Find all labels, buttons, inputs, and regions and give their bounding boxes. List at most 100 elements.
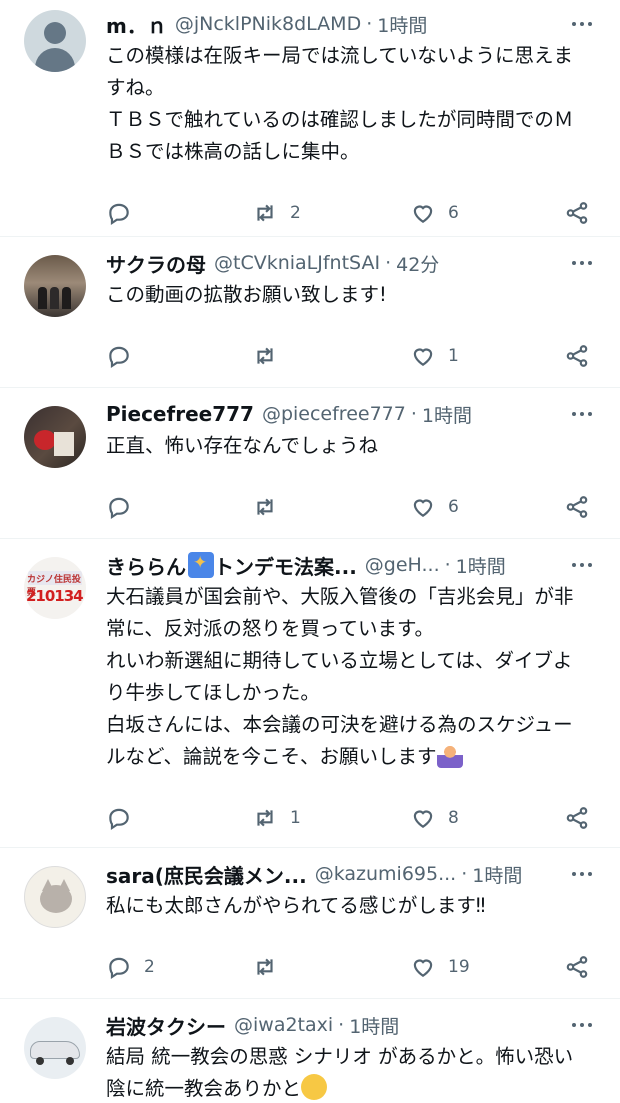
tweet-feed: m．ｎ @jNcklPNik8dLAMD · 1時間 この模様は在阪キー局では流… [0, 0, 620, 1103]
avatar[interactable] [24, 255, 86, 317]
like-count: 6 [448, 497, 459, 517]
share-icon [566, 956, 588, 978]
heart-icon [413, 959, 433, 977]
like-count: 6 [448, 203, 459, 223]
tweet-text: 正直、怖い存在なんでしょうね [106, 434, 379, 457]
share-icon [566, 202, 588, 224]
tweet-actions: 2 19 [106, 936, 604, 998]
retweet-button[interactable]: 1 [252, 787, 301, 849]
tweet[interactable]: m．ｎ @jNcklPNik8dLAMD · 1時間 この模様は在阪キー局では流… [0, 0, 620, 237]
share-button[interactable] [564, 182, 590, 244]
screaming-face-emoji-icon [301, 1074, 328, 1100]
reply-icon [109, 957, 129, 979]
avatar[interactable] [24, 866, 86, 928]
retweet-icon [257, 204, 273, 222]
share-icon [566, 496, 588, 518]
tweet[interactable]: sara(庶民会議メン... @kazumi695... · 1時間 私にも太郎… [0, 848, 620, 999]
tweet-header: 岩波タクシー @iwa2taxi · 1時間 [106, 1009, 604, 1041]
like-button[interactable]: 8 [410, 787, 459, 849]
share-button[interactable] [564, 325, 590, 387]
more-options-icon[interactable] [568, 10, 596, 38]
more-options-icon[interactable] [568, 400, 596, 428]
tweet-text: 大石議員が国会前や、大阪入管後の「吉兆会見」が非常に、反対派の怒りを買っています… [106, 581, 604, 773]
share-button[interactable] [564, 936, 590, 998]
user-handle[interactable]: @tCVkniaLJfntSAI [214, 252, 380, 274]
tweet-text: この模様は在阪キー局では流していないように思えますね。 ＴＢＳで触れているのは確… [106, 44, 574, 163]
tweet[interactable]: Piecefree777 @piecefree777 · 1時間 正直、怖い存在… [0, 388, 620, 539]
retweet-icon [257, 347, 273, 365]
heart-icon [413, 205, 433, 223]
reply-button[interactable] [106, 476, 144, 538]
retweet-button[interactable]: 2 [252, 182, 301, 244]
tweet-text-body: 結局 統一教会の思惑 シナリオ があるかと。怖い恐い 陰に統一教会ありかと [106, 1045, 580, 1100]
retweet-button[interactable] [252, 325, 290, 387]
separator-dot: · [366, 13, 373, 35]
user-handle[interactable]: @jNcklPNik8dLAMD [175, 13, 361, 35]
tweet-header: sara(庶民会議メン... @kazumi695... · 1時間 [106, 858, 604, 890]
tweet-actions: 6 [106, 476, 604, 538]
separator-dot: · [385, 252, 392, 274]
more-options-icon[interactable] [568, 1011, 596, 1039]
avatar[interactable] [24, 10, 86, 72]
tweet-header: Piecefree777 @piecefree777 · 1時間 [106, 398, 604, 430]
like-button[interactable]: 19 [410, 936, 470, 998]
heart-icon [413, 810, 433, 828]
separator-dot: · [461, 863, 468, 885]
timestamp[interactable]: 1時間 [456, 552, 506, 579]
retweet-button[interactable] [252, 476, 290, 538]
more-options-icon[interactable] [568, 249, 596, 277]
reply-button[interactable] [106, 787, 144, 849]
reply-button[interactable]: 2 [106, 936, 155, 998]
reply-button[interactable] [106, 325, 144, 387]
timestamp[interactable]: 1時間 [472, 861, 522, 888]
more-options-icon[interactable] [568, 860, 596, 888]
user-handle[interactable]: @kazumi695... [315, 863, 457, 885]
tweet-text: 結局 統一教会の思惑 シナリオ があるかと。怖い恐い 陰に統一教会ありかと [106, 1041, 604, 1103]
share-button[interactable] [564, 476, 590, 538]
display-name[interactable]: m．ｎ [106, 10, 167, 39]
reply-icon [109, 346, 129, 368]
tweet-actions: 2 6 [106, 182, 604, 244]
shooting-star-emoji-icon [188, 552, 214, 578]
user-handle[interactable]: @piecefree777 [262, 403, 406, 425]
tweet[interactable]: 岩波タクシー @iwa2taxi · 1時間 結局 統一教会の思惑 シナリオ が… [0, 999, 620, 1103]
timestamp[interactable]: 1時間 [377, 11, 427, 38]
separator-dot: · [410, 403, 417, 425]
display-name[interactable]: sara(庶民会議メン... [106, 860, 307, 889]
timestamp[interactable]: 42分 [396, 250, 439, 277]
retweet-icon [257, 498, 273, 516]
separator-dot: · [444, 554, 451, 576]
avatar[interactable] [24, 406, 86, 468]
heart-icon [413, 499, 433, 517]
user-handle[interactable]: @geH... [365, 554, 440, 576]
avatar[interactable] [24, 1017, 86, 1079]
like-button[interactable]: 6 [410, 476, 459, 538]
tweet-text: この動画の拡散お願い致します! [106, 283, 387, 306]
display-name[interactable]: 岩波タクシー [106, 1011, 226, 1040]
display-name[interactable]: Piecefree777 [106, 402, 254, 426]
separator-dot: · [338, 1014, 345, 1036]
bowing-person-emoji-icon [436, 742, 463, 768]
more-options-icon[interactable] [568, 551, 596, 579]
display-name[interactable]: きららん [106, 551, 186, 580]
tweet-header: きららん トンデモ法案... @geH... · 1時間 [106, 549, 604, 581]
retweet-icon [257, 958, 273, 976]
tweet[interactable]: サクラの母 @tCVkniaLJfntSAI · 42分 この動画の拡散お願い致… [0, 237, 620, 388]
like-button[interactable]: 6 [410, 182, 459, 244]
timestamp[interactable]: 1時間 [422, 401, 472, 428]
tweet[interactable]: カジノ住民投票 210134 きららん トンデモ法案... @geH... · … [0, 539, 620, 848]
reply-button[interactable] [106, 182, 144, 244]
display-name-suffix[interactable]: トンデモ法案... [214, 551, 357, 580]
timestamp[interactable]: 1時間 [349, 1012, 399, 1039]
user-handle[interactable]: @iwa2taxi [234, 1014, 333, 1036]
retweet-button[interactable] [252, 936, 290, 998]
retweet-count: 2 [290, 203, 301, 223]
tweet-text-body: 大石議員が国会前や、大阪入管後の「吉兆会見」が非常に、反対派の怒りを買っています… [106, 585, 574, 768]
share-button[interactable] [564, 787, 590, 849]
display-name[interactable]: サクラの母 [106, 249, 206, 278]
like-count: 1 [448, 346, 459, 366]
avatar[interactable]: カジノ住民投票 210134 [24, 557, 86, 619]
like-button[interactable]: 1 [410, 325, 459, 387]
tweet-actions: 1 8 [106, 787, 604, 849]
reply-icon [109, 808, 129, 830]
